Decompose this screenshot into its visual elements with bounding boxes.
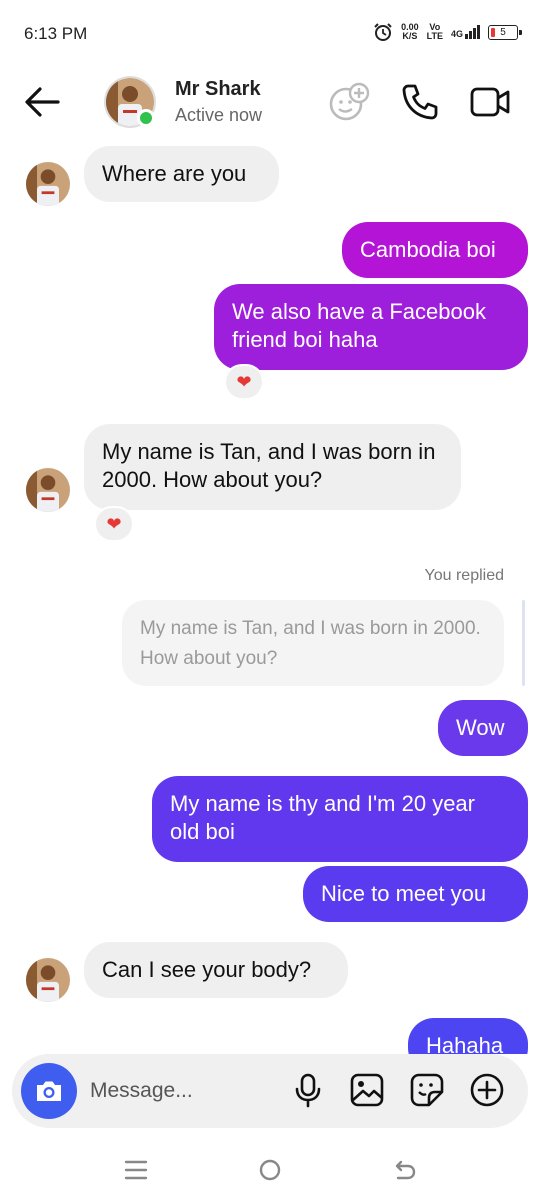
sender-avatar[interactable] [26, 162, 70, 206]
network-type: 4G [450, 29, 463, 39]
plus-circle-icon[interactable] [469, 1072, 505, 1108]
chat-thread[interactable]: Where are you Cambodia boi We also have … [0, 142, 540, 1054]
message-bubble-incoming[interactable]: Where are you [84, 146, 279, 202]
microphone-icon[interactable] [290, 1072, 326, 1108]
sticker-icon[interactable] [409, 1072, 445, 1108]
message-bubble-incoming[interactable]: Can I see your body? [84, 942, 348, 998]
image-icon[interactable] [349, 1072, 385, 1108]
message-bubble-outgoing[interactable]: Hahaha [408, 1018, 528, 1054]
camera-icon [37, 1081, 61, 1101]
system-navigation-bar [0, 1140, 540, 1200]
chat-header: Mr Shark Active now [0, 66, 540, 142]
reply-label: You replied [424, 567, 504, 584]
alarm-icon [374, 23, 392, 41]
avatar-photo [26, 468, 70, 512]
status-icons: 0.00 K/S Vo LTE 4G 5 [373, 22, 522, 42]
message-input[interactable] [90, 1074, 280, 1108]
system-back-icon[interactable] [390, 1156, 418, 1184]
signal-indicator: 4G [451, 25, 480, 39]
phone-icon[interactable] [398, 80, 442, 124]
battery-level: 5 [500, 26, 506, 38]
heart-reaction-icon[interactable]: ❤ [94, 506, 134, 542]
message-composer [12, 1054, 528, 1128]
avatar-photo [26, 958, 70, 1002]
message-bubble-outgoing[interactable]: My name is thy and I'm 20 year old boi [152, 776, 528, 862]
message-bubble-incoming[interactable]: My name is Tan, and I was born in 2000. … [84, 424, 461, 510]
sender-avatar[interactable] [26, 958, 70, 1002]
volte-bottom: LTE [426, 31, 443, 41]
message-bubble-outgoing[interactable]: Wow [438, 700, 528, 756]
network-speed: 0.00 K/S [401, 23, 419, 41]
message-bubble-outgoing[interactable]: Cambodia boi [342, 222, 528, 278]
message-bubble-outgoing[interactable]: Nice to meet you [303, 866, 528, 922]
camera-button[interactable] [21, 1063, 77, 1119]
status-time: 6:13 PM [24, 24, 88, 43]
effects-icon[interactable] [326, 80, 370, 124]
video-camera-icon[interactable] [468, 80, 512, 124]
heart-reaction-icon[interactable]: ❤ [224, 364, 264, 400]
battery-icon: 5 [488, 24, 522, 40]
signal-bars-icon [465, 25, 480, 39]
online-indicator [137, 109, 155, 127]
volte-indicator: Vo LTE [427, 23, 443, 41]
message-bubble-outgoing[interactable]: We also have a Facebook friend boi haha [214, 284, 528, 370]
sender-avatar[interactable] [26, 468, 70, 512]
battery-fill [491, 27, 495, 37]
network-speed-unit: K/S [402, 31, 418, 41]
reply-quote[interactable]: My name is Tan, and I was born in 2000. … [122, 600, 504, 686]
contact-status: Active now [175, 105, 263, 125]
reply-quote-bar [522, 600, 525, 686]
back-button[interactable] [22, 84, 62, 120]
avatar-photo [26, 162, 70, 206]
home-icon[interactable] [256, 1156, 284, 1184]
contact-name[interactable]: Mr Shark [175, 78, 261, 101]
recent-apps-icon[interactable] [122, 1156, 150, 1184]
status-bar: 6:13 PM 0.00 K/S Vo LTE 4G 5 [0, 0, 540, 66]
